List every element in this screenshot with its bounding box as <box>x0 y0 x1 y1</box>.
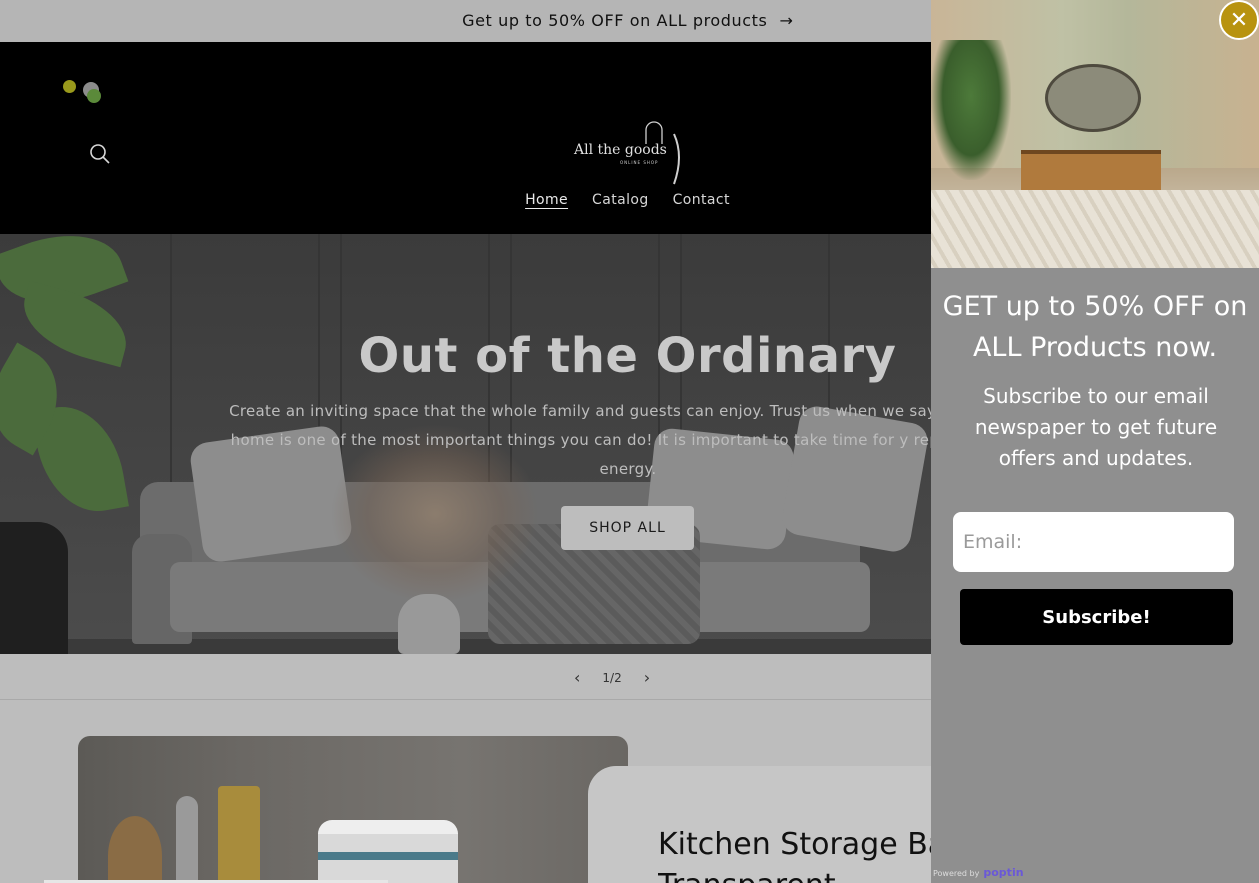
kitchen-image <box>78 736 628 883</box>
powered-by[interactable]: Powered by poptin <box>933 866 1024 879</box>
nav-home[interactable]: Home <box>525 192 568 210</box>
announcement-text[interactable]: Get up to 50% OFF on ALL products <box>462 11 767 30</box>
nav-catalog[interactable]: Catalog <box>592 192 649 210</box>
arrow-right-icon[interactable]: → <box>780 11 793 30</box>
shop-all-button[interactable]: SHOP ALL <box>561 506 694 550</box>
email-field[interactable] <box>953 512 1234 572</box>
powered-by-label: Powered by <box>933 869 980 878</box>
poptin-logo[interactable]: poptin <box>983 866 1023 879</box>
search-icon[interactable] <box>89 143 111 165</box>
nav-contact[interactable]: Contact <box>673 192 730 210</box>
subscribe-button[interactable]: Subscribe! <box>960 589 1233 645</box>
popup-image <box>931 0 1259 268</box>
logo[interactable]: All the goods ONLINE SHOP <box>572 120 684 186</box>
featured-section: Kitchen Storage Ba Transparent <box>0 700 968 883</box>
close-icon[interactable]: ✕ <box>1219 0 1259 40</box>
newsletter-popup: GET up to 50% OFF on ALL Products now. S… <box>931 0 1259 883</box>
chevron-right-icon[interactable]: › <box>644 668 650 687</box>
loading-dots-icon <box>60 80 110 110</box>
feature-card <box>588 766 968 883</box>
hero-description: Create an inviting space that the whole … <box>229 402 1027 478</box>
popup-headline: GET up to 50% OFF on ALL Products now. <box>942 291 1248 363</box>
popup-subtext: Subscribe to our email newspaper to get … <box>974 384 1218 470</box>
slide-counter: 1/2 <box>602 670 622 685</box>
feature-title-line2: Transparent <box>658 868 931 883</box>
logo-tagline: ONLINE SHOP <box>620 160 658 165</box>
logo-name: All the goods <box>573 142 667 158</box>
chevron-left-icon[interactable]: ‹ <box>574 668 580 687</box>
slider-controls: ‹ 1/2 › <box>0 654 931 700</box>
feature-title: Kitchen Storage Ba <box>658 827 931 862</box>
